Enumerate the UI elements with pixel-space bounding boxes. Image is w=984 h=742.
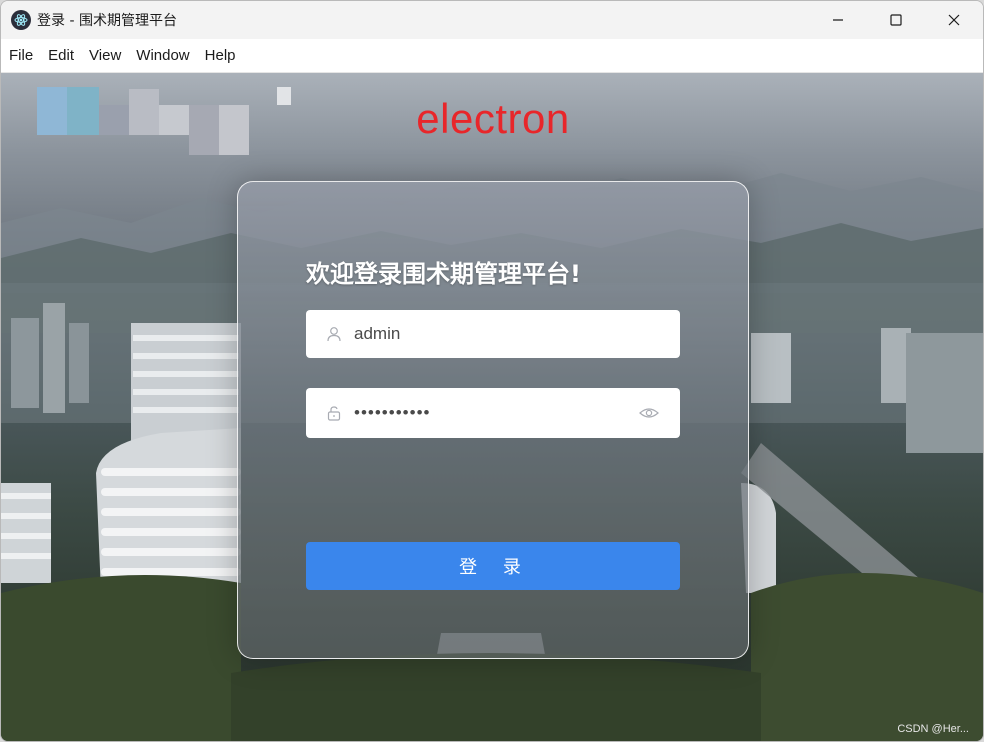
close-icon [948, 14, 960, 26]
lock-icon [324, 403, 344, 423]
password-input[interactable] [352, 387, 638, 439]
electron-app-icon [11, 10, 31, 30]
close-button[interactable] [925, 1, 983, 39]
title-bar[interactable]: 登录 - 围术期管理平台 [1, 1, 983, 39]
user-icon [324, 324, 344, 344]
minimize-icon [833, 19, 843, 21]
eye-icon[interactable] [638, 403, 660, 423]
login-card: 欢迎登录围术期管理平台! admin ••••••••••• 登 录 [237, 181, 749, 659]
menu-help[interactable]: Help [197, 47, 243, 64]
window-controls [809, 1, 983, 39]
password-field[interactable] [306, 387, 680, 439]
welcome-heading: 欢迎登录围术期管理平台! [306, 260, 581, 288]
login-page: electron 欢迎登录围术期管理平台! admin ••••••••••• … [1, 73, 983, 741]
maximize-button[interactable] [867, 1, 925, 39]
menu-bar: File Edit View Window Help [1, 39, 983, 73]
maximize-icon [890, 14, 902, 26]
app-window: 登录 - 围术期管理平台 File Edit View Window Help [0, 0, 984, 742]
username-field[interactable] [306, 309, 680, 359]
brand-title: electron [416, 95, 570, 142]
watermark: CSDN @Her... [897, 723, 969, 735]
menu-edit[interactable]: Edit [40, 47, 81, 64]
username-input[interactable] [352, 309, 680, 359]
login-button[interactable]: 登 录 [306, 542, 680, 590]
menu-window[interactable]: Window [128, 47, 196, 64]
window-title: 登录 - 围术期管理平台 [37, 13, 177, 29]
menu-view[interactable]: View [81, 47, 128, 64]
menu-file[interactable]: File [1, 47, 40, 64]
minimize-button[interactable] [809, 1, 867, 39]
